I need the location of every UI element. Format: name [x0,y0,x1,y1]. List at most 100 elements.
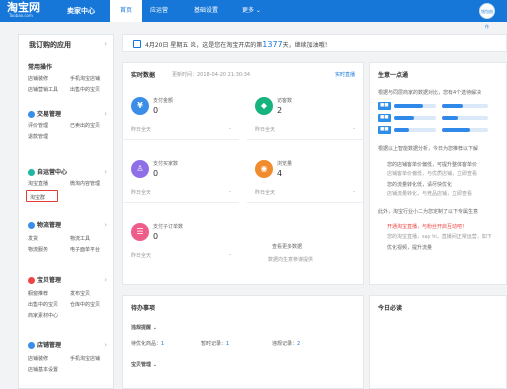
metric-pageviews[interactable]: ◉ 浏览量 4 昨日全天 - [247,148,363,203]
metric-label: 访客数 [277,98,293,104]
avatar[interactable]: 钱包创作 [479,3,495,29]
chevron-right-icon[interactable]: › [104,221,107,229]
todo-title: 待办事项 [131,305,156,312]
sidebar-item-mobile-shop-2[interactable]: 手机淘宝店铺 [70,355,100,362]
business-line: 根据与同层商家的数据对比，您有4个选待解决 [378,90,482,96]
dash: - [352,188,355,195]
progress-bar [394,104,436,108]
eye-icon: ◉ [255,160,273,178]
sidebar-item-refund[interactable]: 退款管理 [28,133,48,140]
todo-item[interactable]: 违规记录：2 [272,340,300,347]
metric-label: 支付买家数 [153,161,179,167]
metric-value: 0 [153,232,159,241]
metric-value: 4 [277,169,283,178]
more-data-link[interactable]: 查看更多数据 [272,243,302,250]
sidebar-item-publish[interactable]: 发布宝贝 [70,290,90,297]
goods-management[interactable]: 宝贝管理 ⌄ [131,361,157,368]
chevron-right-icon[interactable]: › [104,110,107,118]
sidebar-section-self-operation: 自运营中心 [28,167,67,176]
business-line[interactable]: 优化视频，提升流量 [387,244,432,251]
sidebar-section-shop: 店铺管理 [28,340,61,349]
sidebar-item-logistics-tools[interactable]: 物流工具 [70,235,90,242]
progress-bar [394,128,436,132]
todo-item[interactable]: 待优化商品：1 [131,340,164,347]
metric-visitors[interactable]: ◆ 访客数 2 昨日全天 - [247,85,363,140]
dash: - [228,251,231,258]
violation-reminder[interactable]: 违规提醒 ⌄ [131,324,157,331]
todo-item[interactable]: 暂时记录：1 [201,340,229,347]
business-line[interactable]: 您的店铺客单价偏低，可提升整体客单价 [387,161,477,168]
sidebar-item-material[interactable]: 商家素材中心 [28,312,58,319]
today-title: 今日必读 [378,305,403,312]
business-line: 店铺客单价偏低，与优质店铺，立即查看 [387,171,478,177]
tab-more[interactable]: 更多 ⌄ [232,0,271,22]
sidebar-item-basic-settings[interactable]: 店铺基本设置 [28,366,58,373]
sidebar-section-logistics: 物流管理 [28,220,61,229]
tab-home[interactable]: 首页 [110,0,143,22]
tab-basic-settings[interactable]: 基础设置 [184,0,228,22]
business-title: 生意一点通 [378,72,409,79]
sidebar-item-warehouse[interactable]: 仓库中的宝贝 [70,301,100,308]
sidebar-item-on-sale-goods[interactable]: 出售中的宝贝 [28,301,58,308]
sidebar-item-window[interactable]: 橱窗推荐 [28,290,48,297]
buyers-icon: ♙ [131,160,149,178]
dash: - [228,125,231,132]
goods-icon [28,277,35,284]
sidebar-item-ship[interactable]: 发货 [28,235,38,242]
orders-icon: ☰ [131,223,149,241]
business-line[interactable]: 开通淘宝直播，与粉丝开启互动吧！ [387,223,467,230]
sidebar-item-logistics-service[interactable]: 物流服务 [28,246,48,253]
sidebar-title: 我订购的应用 [29,41,71,49]
chevron-right-icon[interactable]: › [104,40,107,48]
sidebar-item-e-waybill[interactable]: 电子面单平台 [70,246,100,253]
tag: ■■ [378,114,391,122]
metric-value: 0 [153,106,159,115]
trade-icon [28,111,35,118]
sidebar-section-trade: 交易管理 [28,109,61,118]
logistics-icon [28,222,35,229]
sidebar-item-on-sale[interactable]: 出售中的宝贝 [70,86,100,93]
sidebar-item-shop-decoration[interactable]: 店铺装修 [28,75,48,82]
yuan-icon: ¥ [131,97,149,115]
business-line[interactable]: 您的流量转化低，请尽快优化 [387,181,452,188]
shop-icon [28,342,35,349]
sidebar-item-decoration-2[interactable]: 店铺装修 [28,355,48,362]
progress-bar [442,128,488,132]
realtime-title: 实时数据 [131,72,156,79]
highlight-box [26,190,58,202]
progress-bar [442,104,488,108]
sidebar-item-review[interactable]: 评价管理 [28,122,48,129]
more-data-subtitle: 数据向生意参谋提供 [268,257,314,263]
top-bar: 淘宝网 Taobao.com 卖家中心 首页 应运营 基础设置 更多 ⌄ 钱包创… [0,0,507,29]
metric-foot: 昨日全天 [255,127,276,133]
dash: - [228,188,231,195]
tab-self-operation[interactable]: 应运营 [140,0,178,22]
metric-label: 支付子订单数 [153,224,184,230]
realtime-data-panel: 实时数据 更新时间：2018-04-20 21:30:34 实时直播 ¥ 支付金… [122,62,364,285]
seller-center-title[interactable]: 卖家中心 [67,6,95,16]
metric-buyers[interactable]: ♙ 支付买家数 0 昨日全天 - [123,148,239,203]
sidebar-item-weitao[interactable]: 微淘内容管理 [70,180,100,187]
metric-suborders[interactable]: ☰ 支付子订单数 0 昨日全天 - [123,211,239,266]
metric-label: 浏览量 [277,161,293,167]
date-message: 4月20日 星期五 炎，这是您在淘宝开店的第1377天，继续加油哦！ [145,40,331,49]
metric-value: 0 [153,169,159,178]
metric-payment[interactable]: ¥ 支付金额 0 昨日全天 - [123,85,239,140]
sidebar-item-sold[interactable]: 已卖出的宝贝 [70,122,100,129]
calendar-icon [133,40,141,48]
chevron-right-icon[interactable]: › [104,341,107,349]
sidebar-item-marketing-tools[interactable]: 店铺营销工具 [28,86,58,93]
chevron-right-icon[interactable]: › [104,168,107,176]
tag: ■■ [378,102,391,110]
progress-bar [394,116,436,120]
metric-foot: 昨日全天 [131,190,152,196]
metric-foot: 昨日全天 [255,190,276,196]
live-link[interactable]: 实时直播 [335,71,355,78]
chevron-right-icon[interactable]: › [104,276,107,284]
business-line: 此外，淘宝行业小二为您定制了以下专属生意 [378,209,479,215]
sidebar-item-mobile-shop[interactable]: 手机淘宝店铺 [70,75,100,82]
date-bar: 4月20日 星期五 炎，这是您在淘宝开店的第1377天，继续加油哦！ [122,34,507,52]
metric-foot: 昨日全天 [131,253,152,259]
metric-foot: 昨日全天 [131,127,152,133]
sidebar-item-live[interactable]: 淘宝直播 [28,180,48,187]
